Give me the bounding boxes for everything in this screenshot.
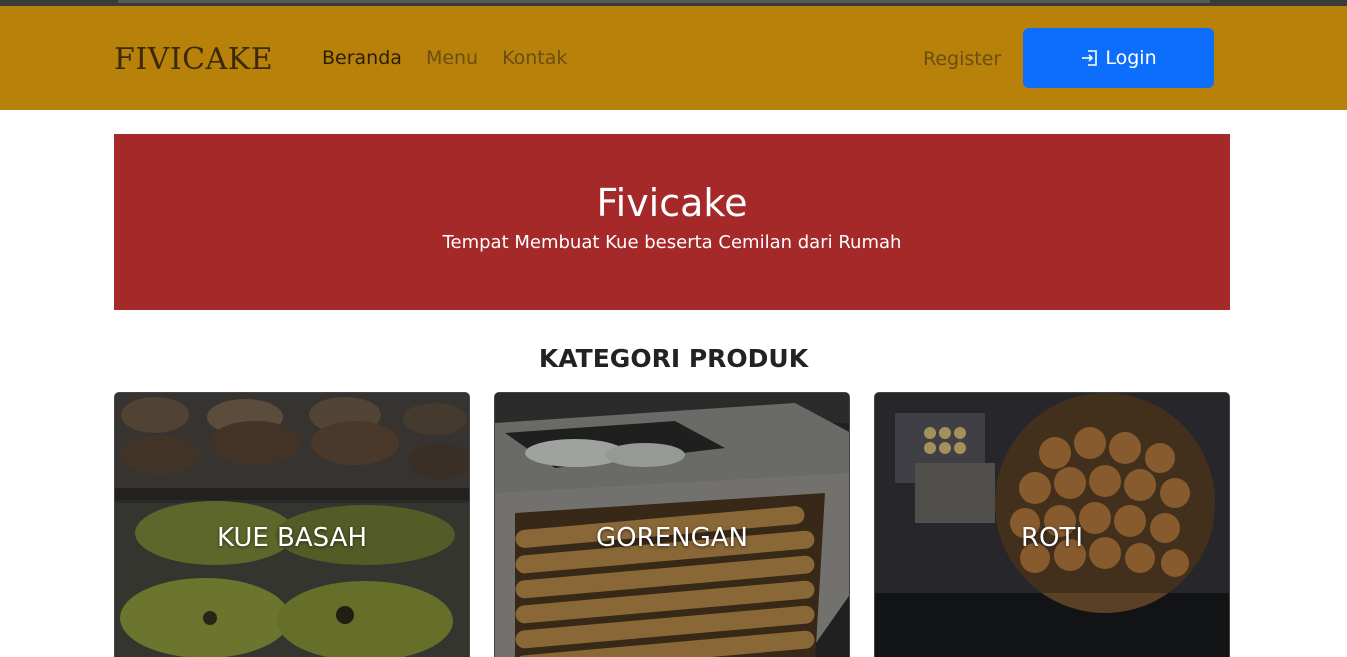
category-label-kue-basah: KUE BASAH xyxy=(216,523,368,553)
nav-link-beranda[interactable]: Beranda xyxy=(322,47,402,69)
nav-links: Beranda Menu Kontak xyxy=(322,47,567,69)
hero-title: Fivicake xyxy=(596,181,748,225)
hero-subtitle: Tempat Membuat Kue beserta Cemilan dari … xyxy=(442,232,902,253)
category-card-roti[interactable]: ROTI xyxy=(874,392,1230,657)
nav-link-menu[interactable]: Menu xyxy=(426,47,478,69)
category-card-gorengan[interactable]: GORENGAN xyxy=(494,392,850,657)
category-card-kue-basah[interactable]: KUE BASAH xyxy=(114,392,470,657)
navbar: FIVICAKE Beranda Menu Kontak Register Lo… xyxy=(0,6,1347,110)
register-link[interactable]: Register xyxy=(923,48,1001,70)
login-button[interactable]: Login xyxy=(1023,28,1214,88)
brand-logo[interactable]: FIVICAKE xyxy=(114,42,273,77)
category-label-roti: ROTI xyxy=(1020,523,1084,553)
login-icon xyxy=(1080,48,1100,68)
hero-banner: Fivicake Tempat Membuat Kue beserta Cemi… xyxy=(114,134,1230,310)
category-label-gorengan: GORENGAN xyxy=(596,523,748,553)
login-label: Login xyxy=(1105,47,1157,69)
category-heading: KATEGORI PRODUK xyxy=(538,344,809,373)
top-strip-shade xyxy=(118,0,1210,3)
nav-link-kontak[interactable]: Kontak xyxy=(502,47,567,69)
